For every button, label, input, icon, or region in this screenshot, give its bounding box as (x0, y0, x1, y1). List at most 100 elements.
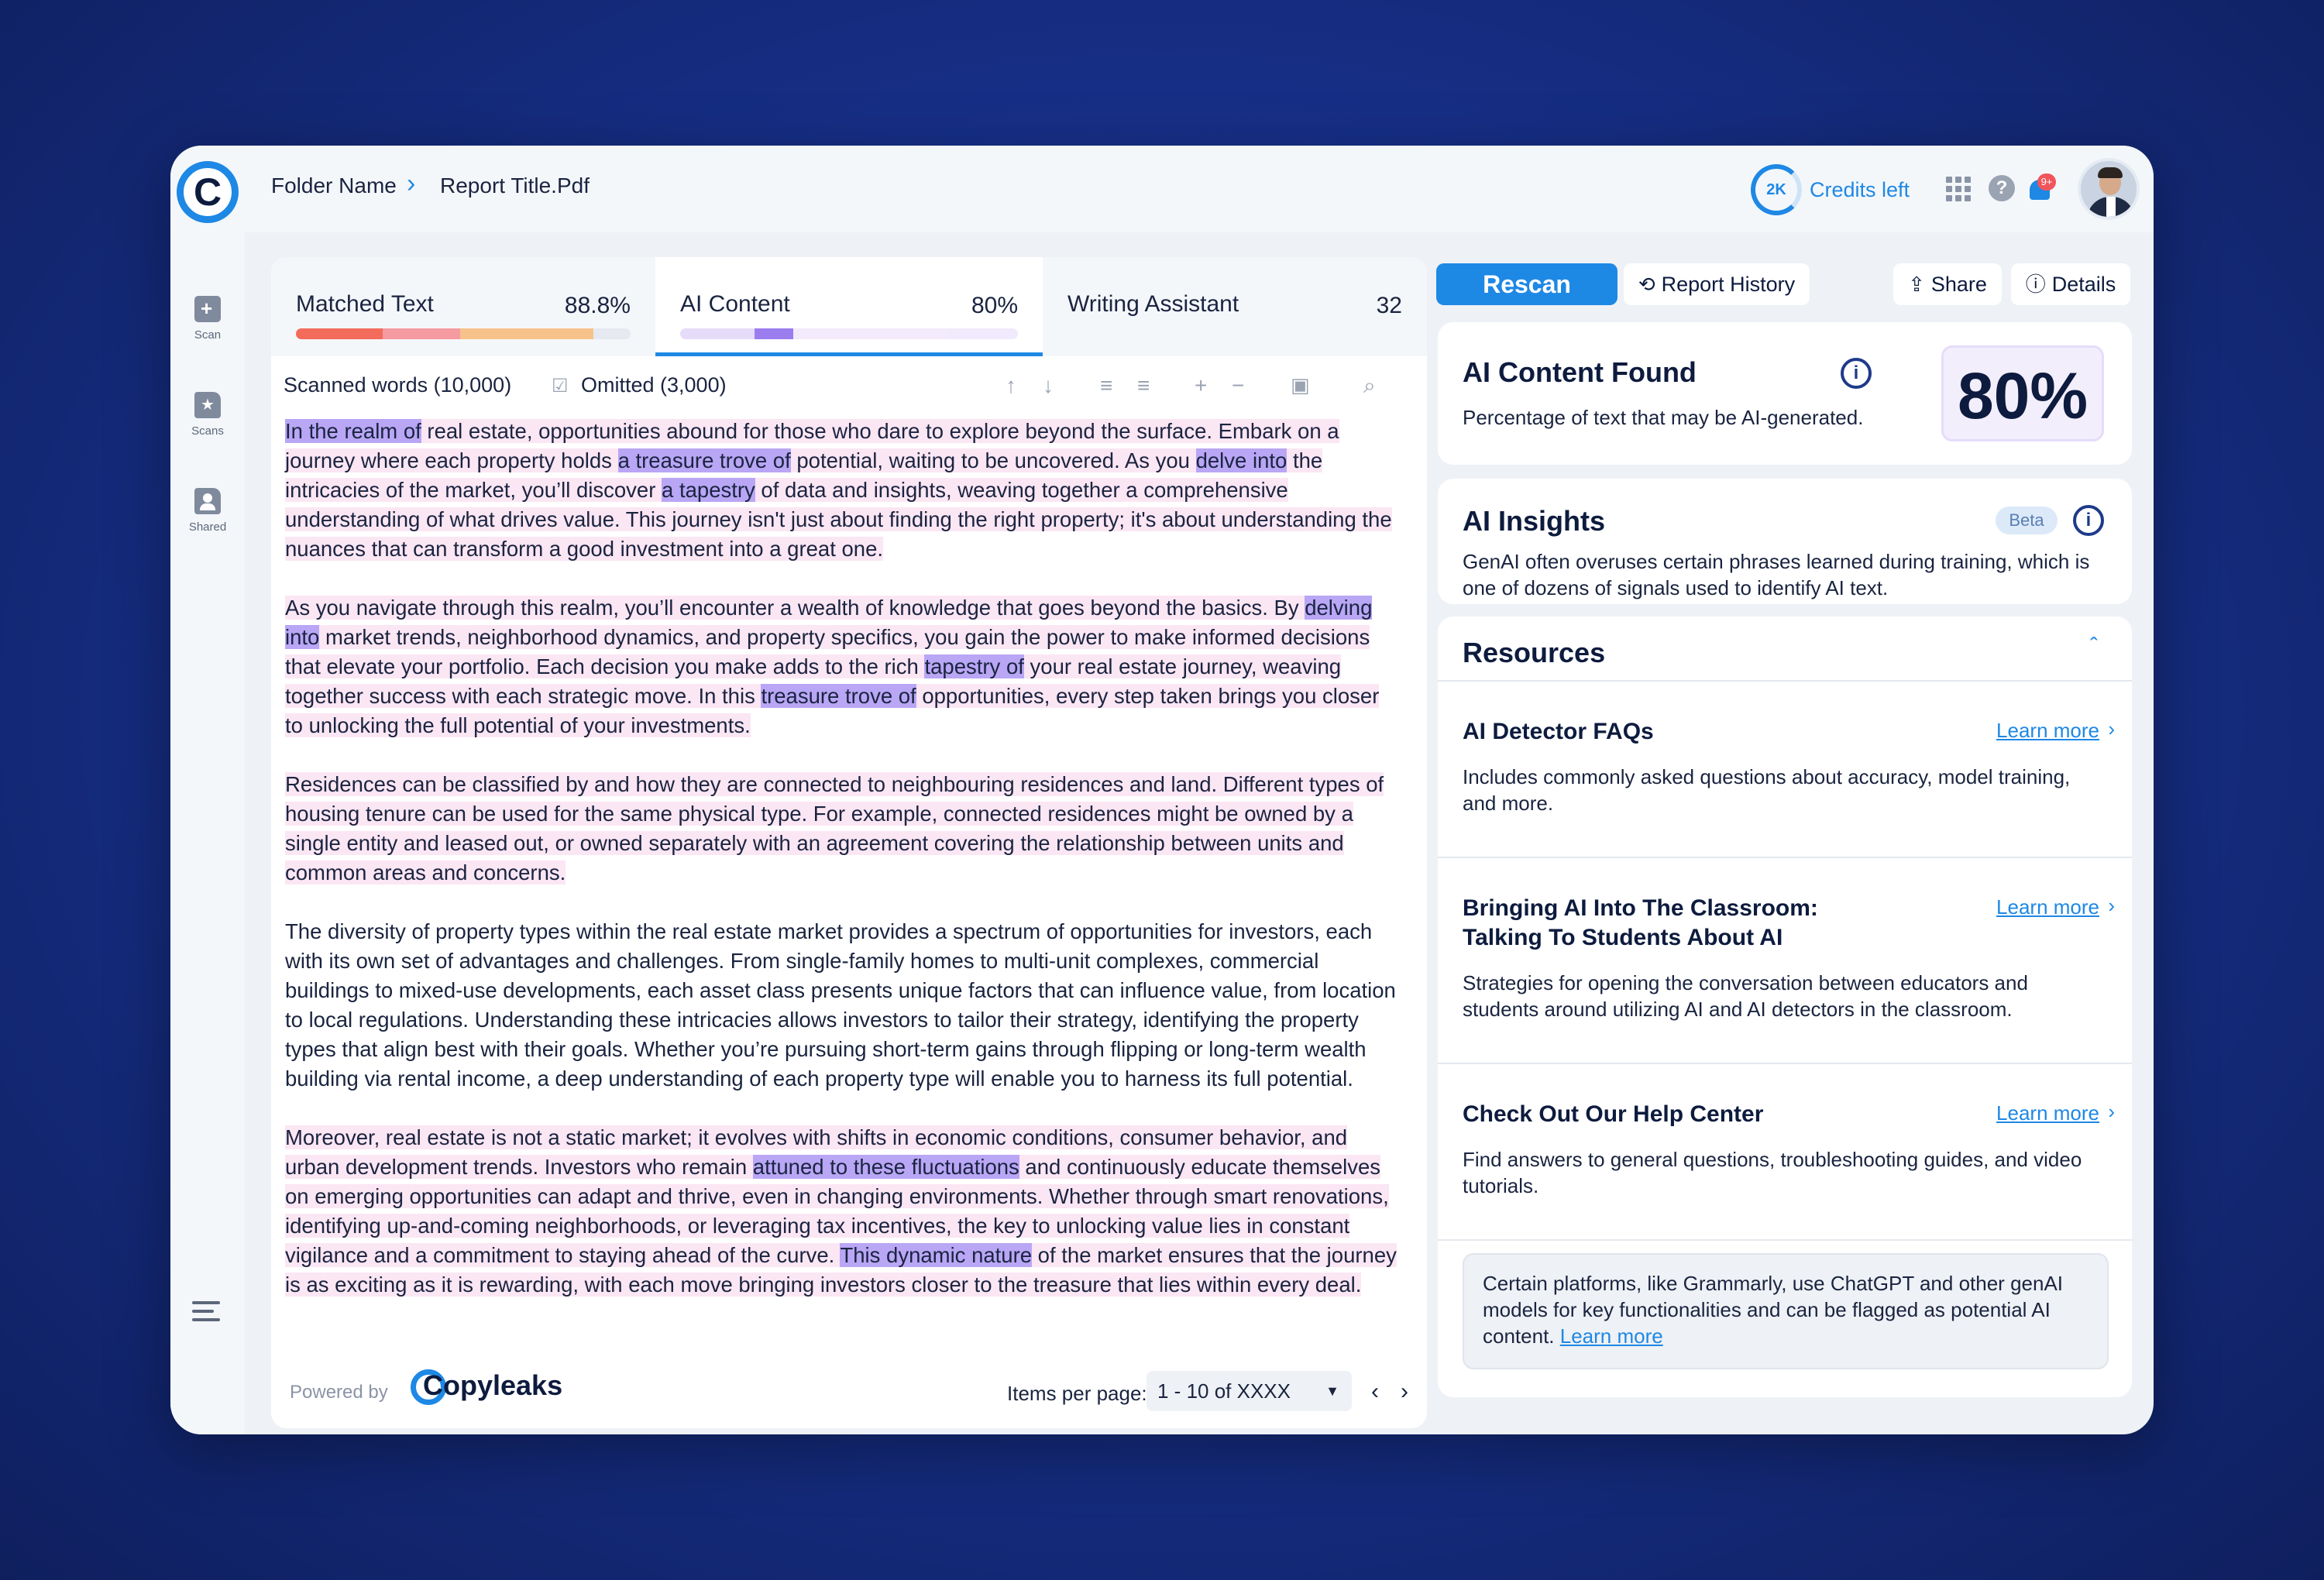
chevron-up-icon[interactable]: ˆ (2090, 634, 2098, 660)
learn-more-link[interactable]: Learn more (1996, 719, 2099, 743)
ai-phrase[interactable]: tapestry of (924, 654, 1024, 678)
resources-card: Resources ˆ AI Detector FAQs Learn more … (1438, 617, 2132, 1397)
human-text: The diversity of property types within t… (285, 919, 1396, 1091)
resource-description: Strategies for opening the conversation … (1463, 971, 2028, 1021)
credits-indicator[interactable]: 2K Credits left (1751, 163, 1910, 217)
ai-phrase[interactable]: a treasure trove of (617, 448, 791, 472)
ai-phrase[interactable]: treasure trove of (761, 684, 916, 708)
notification-badge: 9+ (2037, 173, 2056, 191)
tab-writing-assistant[interactable]: Writing Assistant 32 (1043, 257, 1427, 356)
ai-text: Residences can be classified by and how … (285, 772, 1384, 884)
items-per-page-select[interactable]: 1 - 10 of XXXX ▼ (1147, 1371, 1352, 1411)
pager-value: 1 - 10 of XXXX (1157, 1379, 1291, 1403)
align-left-icon[interactable]: ≡ (1100, 373, 1112, 398)
paragraph-1: In the realm of real estate, opportuniti… (285, 417, 1401, 564)
ai-insights-title: AI Insights (1463, 505, 1606, 537)
tab-count: 32 (1376, 293, 1402, 318)
ai-phrase[interactable]: This dynamic nature (840, 1243, 1033, 1267)
prev-page-icon[interactable]: ‹ (1371, 1379, 1379, 1405)
genai-platform-note: Certain platforms, like Grammarly, use C… (1463, 1253, 2109, 1369)
scanned-words-count: Scanned words (10,000) (284, 373, 512, 397)
resource-item-classroom: Bringing AI Into The Classroom: Talking … (1438, 857, 2132, 1063)
resource-item-faqs: AI Detector FAQs Learn more › Includes c… (1438, 680, 2132, 857)
zoom-in-icon[interactable]: + (1195, 373, 1207, 398)
resource-description: Includes commonly asked questions about … (1463, 765, 2071, 815)
paragraph-4: The diversity of property types within t… (285, 917, 1401, 1094)
caret-down-icon: ▼ (1325, 1383, 1339, 1399)
image-icon[interactable]: ▣ (1291, 373, 1310, 397)
next-page-icon[interactable]: › (1401, 1379, 1408, 1405)
chevron-right-icon[interactable]: › (2108, 717, 2115, 741)
report-history-label: Report History (1661, 273, 1796, 296)
ai-content-card: AI Content Found i Percentage of text th… (1438, 322, 2132, 465)
resource-description: Find answers to general questions, troub… (1463, 1148, 2082, 1197)
report-history-button[interactable]: ⟲ Report History (1624, 263, 1810, 305)
collapse-menu-icon[interactable] (192, 1301, 223, 1324)
tab-matched-text[interactable]: Matched Text 88.8% (271, 257, 655, 356)
tab-score: 88.8% (564, 293, 631, 318)
nav-label-scans: Scans (191, 424, 224, 438)
powered-by-label: Powered by (290, 1382, 388, 1403)
paragraph-5: Moreover, real estate is not a static ma… (285, 1123, 1401, 1300)
ai-phrase[interactable]: delve into (1195, 448, 1287, 472)
nav-item-scans[interactable]: ★ Scans (170, 392, 245, 438)
arrow-up-icon[interactable]: ↑ (1006, 373, 1016, 398)
note-learn-more-link[interactable]: Learn more (1560, 1324, 1663, 1348)
help-icon[interactable]: ? (1989, 175, 2015, 201)
report-tabs: Matched Text 88.8% AI Content 80% Writin… (271, 257, 1427, 356)
tab-score: 80% (971, 293, 1018, 318)
folder-user-icon (194, 488, 221, 514)
apps-grid-icon[interactable] (1946, 177, 1971, 201)
nav-label-scan: Scan (194, 328, 222, 342)
details-label: Details (2051, 273, 2116, 296)
nav-item-shared[interactable]: Shared (170, 488, 245, 534)
details-button[interactable]: ⓘ Details (2011, 263, 2130, 305)
learn-more-link[interactable]: Learn more (1996, 895, 2099, 919)
search-icon[interactable]: ⌕ (1363, 373, 1376, 399)
tab-label: AI Content (680, 291, 790, 317)
resource-title: Check Out Our Help Center (1463, 1101, 1764, 1127)
ai-progress-bar (680, 328, 1018, 339)
ai-content-description: Percentage of text that may be AI-genera… (1463, 406, 1864, 429)
chevron-right-icon[interactable]: › (2108, 894, 2115, 918)
ai-text: potential, waiting to be uncovered. As y… (790, 448, 1196, 472)
share-button[interactable]: ⇪ Share (1893, 263, 2002, 305)
folder-star-icon: ★ (194, 392, 221, 418)
resources-title: Resources (1463, 637, 1606, 668)
paragraph-3: Residences can be classified by and how … (285, 770, 1401, 888)
report-panel: Matched Text 88.8% AI Content 80% Writin… (271, 257, 1427, 1428)
side-nav: + Scan ★ Scans Shared (170, 232, 245, 1434)
info-icon[interactable]: i (1841, 358, 1872, 389)
ai-phrase[interactable]: In the realm of (285, 419, 421, 443)
nav-item-scan[interactable]: + Scan (170, 296, 245, 342)
zoom-out-icon[interactable]: − (1232, 373, 1244, 398)
paragraph-2: As you navigate through this realm, you’… (285, 593, 1401, 740)
ai-text: As you navigate through this realm, you’… (285, 596, 1305, 620)
chevron-right-icon[interactable]: › (2108, 1100, 2115, 1124)
user-avatar[interactable] (2078, 158, 2140, 220)
history-icon: ⟲ (1638, 273, 1655, 296)
omitted-icon: ☑ (552, 376, 569, 397)
ai-phrase[interactable]: a tapestry (662, 478, 755, 502)
chevron-right-icon: › (407, 169, 416, 198)
top-bar: C Folder Name › Report Title.Pdf 2K Cred… (170, 146, 2154, 232)
nav-label-shared: Shared (188, 520, 227, 534)
arrow-down-icon[interactable]: ↓ (1043, 373, 1054, 398)
learn-more-link[interactable]: Learn more (1996, 1101, 2099, 1125)
align-right-icon[interactable]: ≡ (1137, 373, 1150, 398)
ai-insights-card: AI Insights Beta i GenAI often overuses … (1438, 479, 2132, 604)
tab-label: Writing Assistant (1067, 291, 1239, 317)
resource-title-line-2: Talking To Students About AI (1463, 925, 1783, 950)
scan-file-icon: + (194, 296, 221, 322)
copyleaks-brand-logo: Copyleaks (411, 1369, 562, 1406)
ai-phrase[interactable]: attuned to these fluctuations (752, 1155, 1019, 1179)
share-icon: ⇪ (1908, 273, 1925, 296)
notification-bell-icon[interactable]: 9+ (2027, 173, 2056, 204)
rescan-button[interactable]: Rescan (1436, 263, 1618, 305)
copyleaks-logo[interactable]: C (177, 161, 239, 223)
omitted-toggle[interactable]: Omitted (3,000) (581, 373, 727, 397)
tab-ai-content[interactable]: AI Content 80% (655, 257, 1043, 356)
breadcrumb-folder[interactable]: Folder Name (271, 173, 397, 198)
resource-title: AI Detector FAQs (1463, 719, 1654, 744)
info-icon[interactable]: i (2073, 505, 2104, 536)
